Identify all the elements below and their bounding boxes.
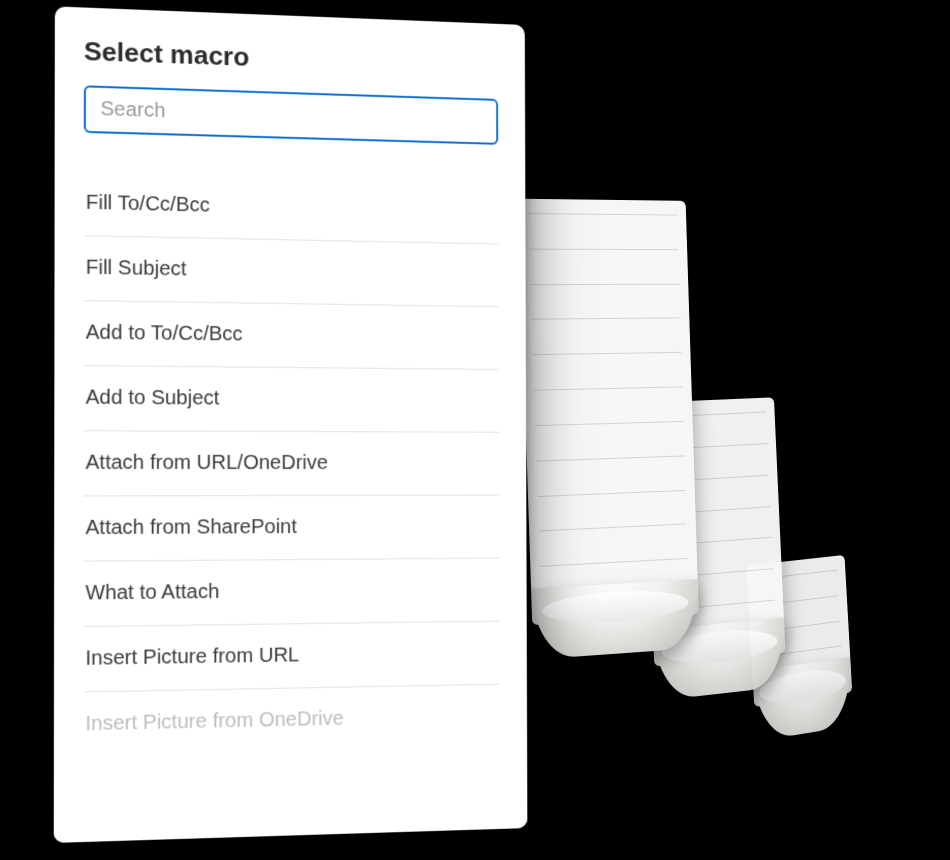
macro-fill-to-cc-bcc[interactable]: Fill To/Cc/Bcc [84,171,499,244]
macro-add-to-to-cc-bcc[interactable]: Add to To/Cc/Bcc [84,301,499,370]
macro-label: Attach from SharePoint [85,516,296,539]
macro-insert-picture-from-url[interactable]: Insert Picture from URL [83,622,500,693]
panel-title: Select macro [84,36,498,82]
macro-label: Attach from URL/OneDrive [86,452,328,474]
macro-insert-picture-from-onedrive[interactable]: Insert Picture from OneDrive [83,685,500,757]
macro-label: Add to Subject [86,386,220,409]
macro-add-to-subject[interactable]: Add to Subject [83,366,499,433]
macro-label: Fill To/Cc/Bcc [86,192,210,217]
macro-label: Fill Subject [86,257,187,281]
decorative-scroll-1 [518,199,699,625]
macro-label: What to Attach [85,581,219,605]
macro-attach-from-url-onedrive[interactable]: Attach from URL/OneDrive [83,431,499,496]
macro-attach-from-sharepoint[interactable]: Attach from SharePoint [83,496,499,562]
macro-label: Add to To/Cc/Bcc [86,321,243,345]
macro-fill-subject[interactable]: Fill Subject [84,236,499,307]
macro-label: Insert Picture from OneDrive [85,708,344,736]
select-macro-panel: Select macro Fill To/Cc/Bcc Fill Subject… [54,6,528,843]
macro-list: Fill To/Cc/Bcc Fill Subject Add to To/Cc… [83,171,500,757]
macro-what-to-attach[interactable]: What to Attach [83,559,499,627]
macro-label: Insert Picture from URL [85,644,299,670]
search-input[interactable] [84,85,498,145]
